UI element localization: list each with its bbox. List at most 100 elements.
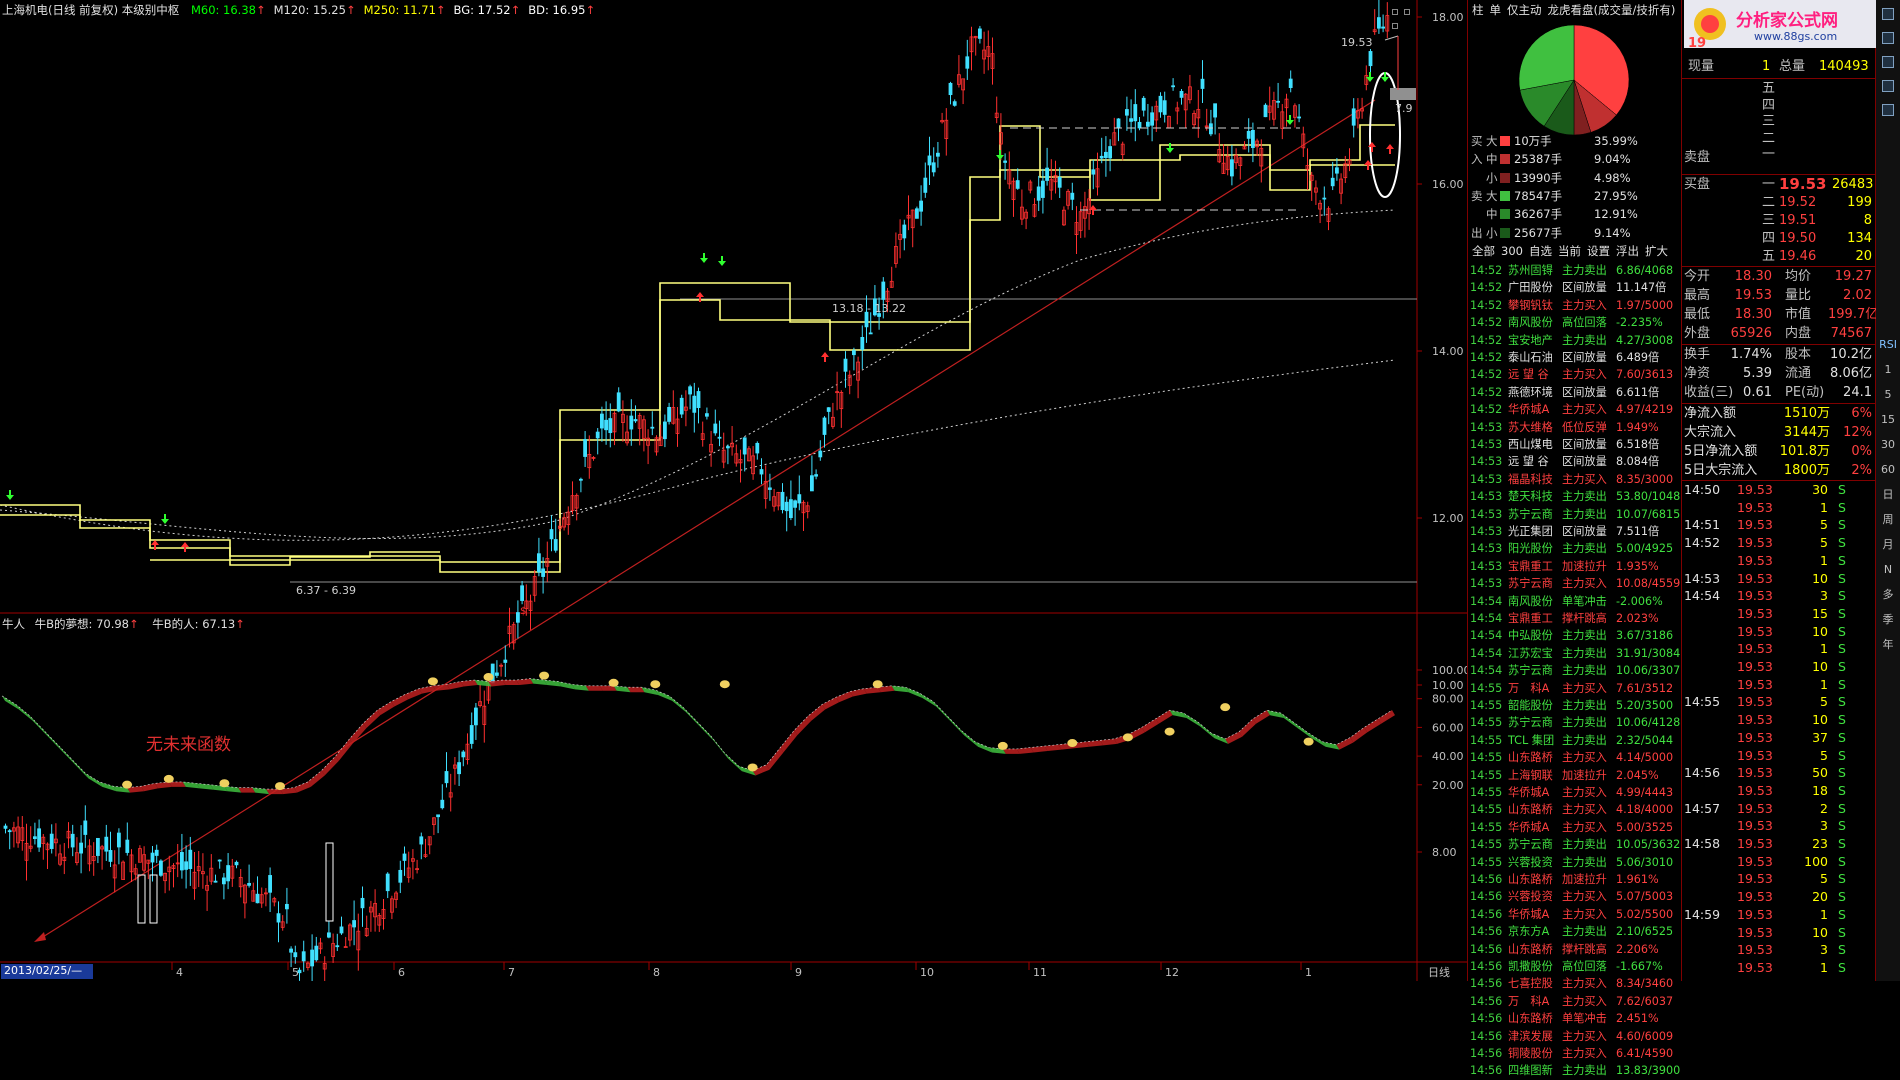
signal-row[interactable]: 14:55 苏宁云商 主力卖出 10.06/4128 xyxy=(1470,714,1682,732)
tool-icon[interactable] xyxy=(1876,8,1900,28)
period-button-N[interactable]: N xyxy=(1876,560,1900,580)
flow-percent: 35.99% xyxy=(1594,134,1638,148)
signal-row[interactable]: 14:56 津滨发展 主力买入 4.60/6009 xyxy=(1470,1028,1682,1046)
signal-row[interactable]: 14:56 山东路桥 单笔冲击 2.451% xyxy=(1470,1010,1682,1028)
signal-row[interactable]: 14:56 铜陵股份 主力买入 6.41/4590 xyxy=(1470,1045,1682,1063)
signal-dot xyxy=(747,763,758,772)
indicator-segment xyxy=(808,704,826,721)
signal-row[interactable]: 14:53 苏宁云商 主力买入 10.08/4559 xyxy=(1470,575,1682,593)
window-controls[interactable] xyxy=(1392,4,1416,29)
signal-type: 主力卖出 xyxy=(1562,490,1607,504)
signal-type: 主力买入 xyxy=(1562,820,1607,834)
tool-icon[interactable] xyxy=(1876,56,1900,76)
signal-row[interactable]: 14:53 苏宁云商 主力卖出 10.07/6815 xyxy=(1470,506,1682,524)
period-button-5[interactable]: 5 xyxy=(1876,385,1900,405)
indicator-segment xyxy=(766,747,784,770)
signal-row[interactable]: 14:52 燕德环境 区间放量 6.611倍 xyxy=(1470,384,1682,402)
signal-row[interactable]: 14:53 阳光股份 主力卖出 5.00/4925 xyxy=(1470,540,1682,558)
period-button-60[interactable]: 60 xyxy=(1876,460,1900,480)
signal-row[interactable]: 14:56 兴蓉投资 主力买入 5.07/5003 xyxy=(1470,888,1682,906)
sell-arrow-icon xyxy=(1366,72,1374,82)
signal-row[interactable]: 14:54 中弘股份 主力卖出 3.67/3186 xyxy=(1470,627,1682,645)
buy-volume: 199 xyxy=(1847,195,1872,210)
signal-row[interactable]: 14:54 南风股份 单笔冲击 -2.006% xyxy=(1470,593,1682,611)
signal-row[interactable]: 14:55 韶能股份 主力卖出 5.20/3500 xyxy=(1470,697,1682,715)
signal-row[interactable]: 14:52 华侨城A 主力买入 4.97/4219 xyxy=(1470,401,1682,419)
y-tick-label: 20.00 xyxy=(1432,779,1464,792)
signal-row[interactable]: 14:52 南风股份 高位回落 -2.235% xyxy=(1470,314,1682,332)
tool-icon[interactable] xyxy=(1876,80,1900,100)
signal-row[interactable]: 14:52 远 望 谷主力买入 7.60/3613 xyxy=(1470,366,1682,384)
signal-time: 14:56 xyxy=(1470,942,1503,956)
signal-row[interactable]: 14:55 兴蓉投资 主力卖出 5.06/3010 xyxy=(1470,854,1682,872)
candle-body xyxy=(221,877,226,885)
signal-time: 14:54 xyxy=(1470,646,1503,660)
signal-row[interactable]: 14:56 山东路桥 撑杆跳高 2.206% xyxy=(1470,941,1682,959)
signal-row[interactable]: 14:52 宝安地产 主力卖出 4.27/3008 xyxy=(1470,332,1682,350)
period-button-月[interactable]: 月 xyxy=(1876,535,1900,555)
signal-row[interactable]: 14:53 光正集团 区间放量 7.511倍 xyxy=(1470,523,1682,541)
signal-row[interactable]: 14:56 万 科A 主力买入 7.62/6037 xyxy=(1470,993,1682,1011)
trade-price: 19.53 xyxy=(1737,570,1773,586)
period-button-多[interactable]: 多 xyxy=(1876,585,1900,605)
tool-icon[interactable] xyxy=(1876,104,1900,124)
candle-body xyxy=(1230,159,1234,177)
price-chart-area[interactable]: $ 18.00 16.00 14.00 12.00 10.00 8.00 100.00 80… xyxy=(0,0,1467,981)
signal-row[interactable]: 14:56 四维图新 主力卖出 13.83/3900 xyxy=(1470,1062,1682,1080)
period-button-周[interactable]: 周 xyxy=(1876,510,1900,530)
signal-row[interactable]: 14:53 远 望 谷区间放量 8.084倍 xyxy=(1470,453,1682,471)
signal-row[interactable]: 14:56 凯撒股份 高位回落 -1.667% xyxy=(1470,958,1682,976)
period-button-年[interactable]: 年 xyxy=(1876,635,1900,655)
candle-body xyxy=(79,842,83,854)
signal-time: 14:55 xyxy=(1470,681,1503,695)
signal-row[interactable]: 14:53 苏大维格 低位反弹 1.949% xyxy=(1470,419,1682,437)
flow-side: 出 xyxy=(1471,225,1483,240)
signal-row[interactable]: 14:56 华侨城A 主力买入 5.02/5500 xyxy=(1470,906,1682,924)
tool-icon[interactable] xyxy=(1876,32,1900,52)
trade-price: 19.53 xyxy=(1737,535,1773,551)
period-label[interactable]: 日线 xyxy=(1428,964,1450,980)
signal-time: 14:56 xyxy=(1470,1064,1503,1078)
signal-row[interactable]: 14:55 TCL 集团 主力卖出 2.32/5044 xyxy=(1470,732,1682,750)
signal-type: 高位回落 xyxy=(1562,960,1607,973)
signal-row[interactable]: 14:52 苏州固锝 主力卖出 6.86/4068 xyxy=(1470,262,1682,280)
signal-row[interactable]: 14:53 西山煤电 区间放量 6.518倍 xyxy=(1470,436,1682,454)
signal-row[interactable]: 14:55 华侨城A 主力买入 5.00/3525 xyxy=(1470,819,1682,837)
period-button-1[interactable]: 1 xyxy=(1876,360,1900,380)
pivot-mid-line xyxy=(150,551,440,566)
period-button-季[interactable]: 季 xyxy=(1876,610,1900,630)
signal-row[interactable]: 14:54 江苏宏宝 主力卖出 31.91/3084 xyxy=(1470,645,1682,663)
signal-row[interactable]: 14:54 苏宁云商 主力卖出 10.06/3307 xyxy=(1470,662,1682,680)
signal-row[interactable]: 14:52 泰山石油 区间放量 6.489倍 xyxy=(1470,349,1682,367)
buy-level: 四 xyxy=(1762,231,1776,246)
signal-row[interactable]: 14:53 福晶科技 主力买入 8.35/3000 xyxy=(1470,471,1682,489)
stat-value: 74567 xyxy=(1830,326,1872,341)
signal-row[interactable]: 14:52 攀钢钒钛 主力买入 1.97/5000 xyxy=(1470,297,1682,315)
signal-value: 2.206% xyxy=(1616,942,1659,956)
signal-row[interactable]: 14:55 万 科A 主力买入 7.61/3512 xyxy=(1470,680,1682,698)
period-button-RSI[interactable]: RSI xyxy=(1876,335,1900,355)
start-date-label[interactable]: 2013/02/25/— xyxy=(4,964,82,977)
period-button-15[interactable]: 15 xyxy=(1876,410,1900,430)
signal-row[interactable]: 14:55 苏宁云商 主力卖出 10.05/3632 xyxy=(1470,836,1682,854)
flow-stat-row: 5日净流入额 101.8万 0% xyxy=(1682,442,1876,461)
signal-row[interactable]: 14:55 山东路桥 主力买入 4.14/5000 xyxy=(1470,749,1682,767)
flow-volume: 78547手 xyxy=(1514,188,1563,203)
signal-row[interactable]: 14:53 楚天科技 主力卖出 53.80/1048 xyxy=(1470,488,1682,506)
ticker-tabs[interactable]: 柱单仅主动 龙虎看盘(成交量/技折有) xyxy=(1472,2,1681,18)
candle-body xyxy=(784,501,789,512)
period-button-日[interactable]: 日 xyxy=(1876,485,1900,505)
period-button-30[interactable]: 30 xyxy=(1876,435,1900,455)
signal-row[interactable]: 14:56 七喜控股 主力买入 8.34/3460 xyxy=(1470,975,1682,993)
signal-row[interactable]: 14:55 山东路桥 主力买入 4.18/4000 xyxy=(1470,801,1682,819)
signal-row[interactable]: 14:55 上海钢联 加速拉升 2.045% xyxy=(1470,767,1682,785)
filter-bar[interactable]: 全部 300 自选 当前 设置 浮出 扩大 xyxy=(1472,243,1674,259)
signal-row[interactable]: 14:55 华侨城A 主力买入 4.99/4443 xyxy=(1470,784,1682,802)
signal-row[interactable]: 14:54 宝鼎重工 撑杆跳高 2.023% xyxy=(1470,610,1682,628)
signal-stock: 光正集团 xyxy=(1508,525,1553,538)
signal-row[interactable]: 14:56 京东方A 主力卖出 2.10/6525 xyxy=(1470,923,1682,941)
signal-row[interactable]: 14:52 广田股份 区间放量 11.147倍 xyxy=(1470,279,1682,297)
signal-row[interactable]: 14:53 宝鼎重工 加速拉升 1.935% xyxy=(1470,558,1682,576)
signal-row[interactable]: 14:56 山东路桥 加速拉升 1.961% xyxy=(1470,871,1682,889)
stat-value: 19.27 xyxy=(1834,269,1872,284)
